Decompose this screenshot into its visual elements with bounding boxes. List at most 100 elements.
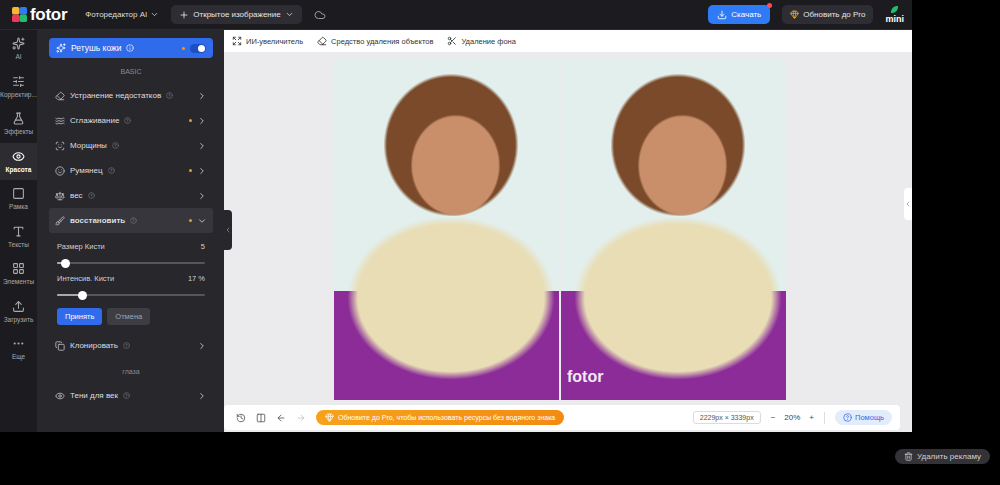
status-dot xyxy=(182,47,185,50)
help-icon xyxy=(108,167,115,174)
apply-button[interactable]: Принять xyxy=(57,308,102,325)
download-button[interactable]: Скачать xyxy=(708,5,770,24)
download-label: Скачать xyxy=(731,10,761,19)
expand-panel-handle[interactable] xyxy=(904,188,912,220)
tool-icon xyxy=(232,36,242,46)
upgrade-button[interactable]: Обновить до Pro xyxy=(782,5,873,24)
rail-item-icon xyxy=(12,75,25,88)
tool-icon xyxy=(55,191,65,201)
panel-item[interactable]: Тени для век xyxy=(49,383,213,408)
upgrade-banner[interactable]: Обновите до Pro, чтобы использовать ресу… xyxy=(316,410,564,425)
remove-ads-label: Удалить рекламу xyxy=(917,452,981,461)
remove-ads-icon xyxy=(904,452,913,461)
tool-label: Средство удаления объектов xyxy=(331,37,433,46)
help-icon xyxy=(112,142,119,149)
rail-item[interactable]: Красота xyxy=(0,143,37,181)
chevron-right-icon xyxy=(197,391,207,401)
status-dot xyxy=(189,219,192,222)
chevron-left-icon xyxy=(904,200,912,208)
slider: Размер Кисти5 xyxy=(57,242,205,267)
redo-button[interactable] xyxy=(296,413,306,423)
mini-label: mini xyxy=(885,15,904,24)
slider: Интенсив. Кисти17 % xyxy=(57,274,205,299)
zoom-controls: −20%+ xyxy=(771,413,814,422)
rail-item[interactable]: AI xyxy=(0,30,37,68)
page: fotor Фоторедактор AI Открытое изображение… xyxy=(0,0,1000,485)
chevron-right-icon xyxy=(197,191,207,201)
help-button[interactable]: Помощь xyxy=(835,410,892,425)
help-icon xyxy=(124,117,131,124)
tool-icon xyxy=(55,391,65,401)
panel-item-label: Морщины xyxy=(70,141,107,150)
tool-icon xyxy=(317,36,327,46)
collapse-panel-handle[interactable] xyxy=(224,210,232,250)
slider-thumb[interactable] xyxy=(78,291,87,300)
slider-thumb[interactable] xyxy=(61,259,70,268)
tool-button[interactable]: Средство удаления объектов xyxy=(317,36,433,46)
history-button[interactable] xyxy=(236,413,246,423)
rail-item-icon xyxy=(12,150,25,163)
compare-button[interactable] xyxy=(256,413,266,423)
side-rail: AI Корректир... ЭффектыКрасота Рамка Тексты Э… xyxy=(0,30,37,432)
panel-header[interactable]: Ретушь кожи xyxy=(49,38,213,58)
rail-item[interactable]: Рамка xyxy=(0,180,37,218)
panel-item[interactable]: Устранение недостатков xyxy=(49,83,213,108)
image-dimensions: 2229px × 3339px xyxy=(693,411,761,424)
rail-item-icon xyxy=(12,337,25,350)
tool-icon xyxy=(55,341,65,351)
retouch-icon xyxy=(56,43,66,53)
rail-item-label: Тексты xyxy=(8,241,29,248)
mini-logo-icon xyxy=(889,5,900,14)
cloud-icon[interactable] xyxy=(314,9,326,21)
slider-track[interactable] xyxy=(57,262,205,264)
panel-item[interactable]: Клонировать xyxy=(49,333,213,358)
cancel-button[interactable]: Отмена xyxy=(107,308,150,325)
section-title: BASIC xyxy=(49,58,213,83)
panel-item[interactable]: Сглаживание xyxy=(49,108,213,133)
panel-item-label: Тени для век xyxy=(70,391,118,400)
beauty-panel: Ретушь кожи BASICУстранение недостатков Сг… xyxy=(37,30,224,432)
panel-item[interactable]: Румянец xyxy=(49,158,213,183)
toggle-switch[interactable] xyxy=(190,44,206,53)
undo-button[interactable] xyxy=(276,413,286,423)
rail-item[interactable]: Тексты xyxy=(0,218,37,256)
rail-item-label: Рамка xyxy=(9,203,28,210)
redo-icon xyxy=(296,413,306,423)
panel-item[interactable]: восстановить xyxy=(49,208,213,233)
zoom-in-button[interactable]: + xyxy=(809,413,814,422)
rail-item[interactable]: Корректир... xyxy=(0,68,37,106)
slider-reading: 17 % xyxy=(188,274,205,283)
chevron-down-icon xyxy=(150,10,159,19)
tool-label: Удаление фона xyxy=(461,37,516,46)
chevron-right-icon xyxy=(197,91,207,101)
tool-button[interactable]: Удаление фона xyxy=(447,36,516,46)
logo[interactable]: fotor xyxy=(12,5,67,25)
tool-button[interactable]: ИИ-увеличитель xyxy=(232,36,303,46)
slider-track[interactable] xyxy=(57,294,205,296)
photo-after: fotor xyxy=(561,60,786,400)
remove-ads-button[interactable]: Удалить рекламу xyxy=(895,449,990,464)
rail-item-label: Корректир... xyxy=(0,91,37,98)
rail-item[interactable]: Еще xyxy=(0,330,37,368)
panel-header-label: Ретушь кожи xyxy=(71,43,121,53)
compare-icon xyxy=(256,413,266,423)
rail-item-icon xyxy=(12,112,25,125)
rail-item[interactable]: Эффекты xyxy=(0,105,37,143)
gem-icon xyxy=(325,413,334,422)
editor-menu-label: Фоторедактор AI xyxy=(85,10,147,19)
panel-item[interactable]: Морщины xyxy=(49,133,213,158)
rail-item[interactable]: Элементы xyxy=(0,255,37,293)
info-icon xyxy=(126,44,134,52)
notification-badge xyxy=(767,3,772,8)
canvas: fotor xyxy=(224,52,912,405)
open-image-button[interactable]: Открытое изображение xyxy=(171,5,301,24)
zoom-out-button[interactable]: − xyxy=(771,413,776,422)
rail-item-icon xyxy=(12,187,25,200)
panel-item-label: Сглаживание xyxy=(70,116,119,125)
editor-body: AI Корректир... ЭффектыКрасота Рамка Тексты Э… xyxy=(0,30,912,432)
editor-menu[interactable]: Фоторедактор AI xyxy=(85,10,159,19)
help-icon xyxy=(130,217,137,224)
rail-item[interactable]: Загрузить xyxy=(0,293,37,331)
panel-item[interactable]: вес xyxy=(49,183,213,208)
mini-button[interactable]: mini xyxy=(885,5,904,24)
